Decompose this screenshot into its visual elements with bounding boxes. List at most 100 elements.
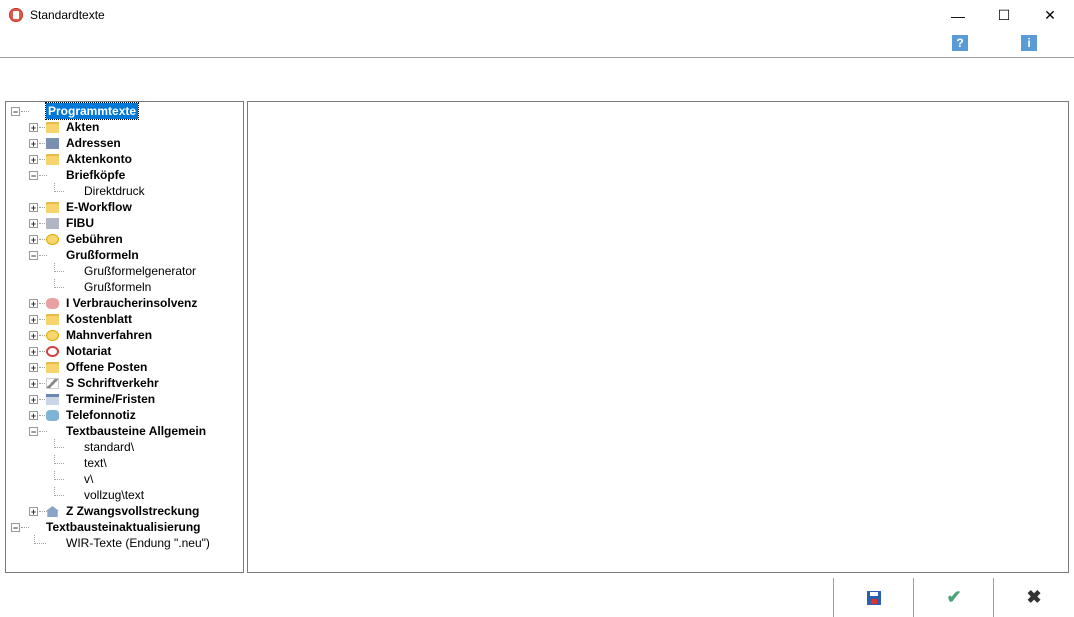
tree-item[interactable]: − Textbausteine Allgemein (6, 423, 243, 439)
tree-item[interactable]: + Aktenkonto (6, 151, 243, 167)
expand-icon[interactable]: + (29, 507, 38, 517)
cancel-button[interactable]: ✖ (993, 578, 1074, 617)
tree-item[interactable]: + E-Workflow (6, 199, 243, 215)
app-icon (9, 8, 23, 22)
tree-item-label: Grußformeln (84, 280, 152, 294)
tree-item-label: I Verbraucherinsolvenz (66, 296, 198, 310)
close-button[interactable]: ✕ (1027, 0, 1073, 31)
tree-connector (54, 495, 64, 496)
tree-connector (34, 543, 46, 544)
folder-icon (46, 202, 59, 213)
tree-connector (54, 447, 64, 448)
tree-item-label: vollzug\text (84, 488, 145, 502)
expand-icon[interactable]: + (29, 331, 38, 341)
title-bar: Standardtexte — ☐ ✕ (0, 0, 1074, 31)
expand-icon[interactable]: + (29, 395, 38, 405)
expand-icon[interactable]: + (29, 315, 38, 325)
tree-item[interactable]: + Notariat (6, 343, 243, 359)
pen-icon (46, 378, 59, 389)
coin-icon (46, 330, 59, 341)
seal-icon (46, 346, 59, 357)
tree-item-label: Gebühren (66, 232, 123, 246)
tree-item-label: Adressen (66, 136, 121, 150)
expand-icon[interactable]: + (29, 203, 38, 213)
money-icon (46, 218, 59, 229)
tree-item[interactable]: v\ (6, 471, 243, 487)
collapse-icon[interactable]: − (29, 251, 38, 261)
tree-connector (21, 111, 29, 112)
expand-icon[interactable]: + (29, 235, 38, 245)
minimize-button[interactable]: — (935, 0, 981, 31)
close-x-icon: ✖ (1026, 587, 1042, 607)
tree-item[interactable]: − Grußformeln (6, 247, 243, 263)
tree-item[interactable]: − Programmtexte (6, 102, 243, 120)
collapse-icon[interactable]: − (11, 523, 20, 533)
info-icon[interactable]: i (1021, 35, 1037, 51)
expand-icon[interactable]: + (29, 363, 38, 373)
folder-icon (46, 154, 59, 165)
tree-item[interactable]: + Z Zwangsvollstreckung (6, 503, 243, 519)
tree-item[interactable]: + Telefonnotiz (6, 407, 243, 423)
expand-icon[interactable]: + (29, 139, 38, 149)
help-icon[interactable]: ? (952, 35, 968, 51)
tree-item-label: Textbausteinaktualisierung (46, 520, 201, 534)
tree-item[interactable]: standard\ (6, 439, 243, 455)
tree-connector (54, 183, 55, 192)
ok-button[interactable]: ✔ (913, 578, 994, 617)
expand-icon[interactable]: + (29, 299, 38, 309)
tree-item[interactable]: WIR-Texte (Endung ".neu") (6, 535, 243, 551)
save-icon (867, 590, 881, 605)
tree-item-label: Z Zwangsvollstreckung (66, 504, 200, 518)
tree-item-label: Aktenkonto (66, 152, 132, 166)
tree-item-label: Notariat (66, 344, 112, 358)
expand-icon[interactable]: + (29, 411, 38, 421)
tree-item[interactable]: Direktdruck (6, 183, 243, 199)
tree-connector (54, 439, 55, 448)
tree-item[interactable]: + S Schriftverkehr (6, 375, 243, 391)
expand-icon[interactable]: + (29, 379, 38, 389)
tree-item[interactable]: + Mahnverfahren (6, 327, 243, 343)
tree-item[interactable]: + FIBU (6, 215, 243, 231)
tree-view[interactable]: − Programmtexte + Akten + Adressen + Aktenkonto… (5, 101, 244, 573)
tree-connector (39, 511, 47, 512)
text-content-area[interactable] (247, 101, 1069, 573)
collapse-icon[interactable]: − (11, 107, 20, 117)
tree-item[interactable]: − Briefköpfe (6, 167, 243, 183)
tree-item-label: v\ (84, 472, 94, 486)
tree-item[interactable]: text\ (6, 455, 243, 471)
tree-connector (54, 487, 55, 496)
tree-item[interactable]: Grußformeln (6, 279, 243, 295)
folder-icon (46, 362, 59, 373)
tree-item[interactable]: + Offene Posten (6, 359, 243, 375)
window-title: Standardtexte (30, 8, 105, 22)
tree-item[interactable]: Grußformelgenerator (6, 263, 243, 279)
tree-connector (39, 255, 47, 256)
expand-icon[interactable]: + (29, 219, 38, 229)
collapse-icon[interactable]: − (29, 427, 38, 437)
expand-icon[interactable]: + (29, 155, 38, 165)
tree-item[interactable]: + Akten (6, 119, 243, 135)
tree-item[interactable]: + I Verbraucherinsolvenz (6, 295, 243, 311)
tree-item-label: Telefonnotiz (66, 408, 136, 422)
handshake-icon (46, 298, 59, 309)
checkmark-icon: ✔ (946, 587, 962, 607)
folder-icon (46, 122, 59, 133)
tree-item[interactable]: + Adressen (6, 135, 243, 151)
expand-icon[interactable]: + (29, 347, 38, 357)
tree-connector (54, 471, 55, 480)
tree-item-label: E-Workflow (66, 200, 132, 214)
collapse-icon[interactable]: − (29, 171, 38, 181)
tree-item-label: Briefköpfe (66, 168, 126, 182)
tree-item[interactable]: vollzug\text (6, 487, 243, 503)
save-button[interactable] (833, 578, 914, 617)
expand-icon[interactable]: + (29, 123, 38, 133)
toolbar-divider (0, 57, 1074, 58)
tree-item[interactable]: + Termine/Fristen (6, 391, 243, 407)
tree-item[interactable]: + Kostenblatt (6, 311, 243, 327)
address-book-icon (46, 138, 59, 149)
tree-item-label: text\ (84, 456, 107, 470)
maximize-button[interactable]: ☐ (981, 0, 1027, 31)
tree-item[interactable]: − Textbausteinaktualisierung (6, 519, 243, 535)
tree-connector (54, 271, 64, 272)
tree-item[interactable]: + Gebühren (6, 231, 243, 247)
